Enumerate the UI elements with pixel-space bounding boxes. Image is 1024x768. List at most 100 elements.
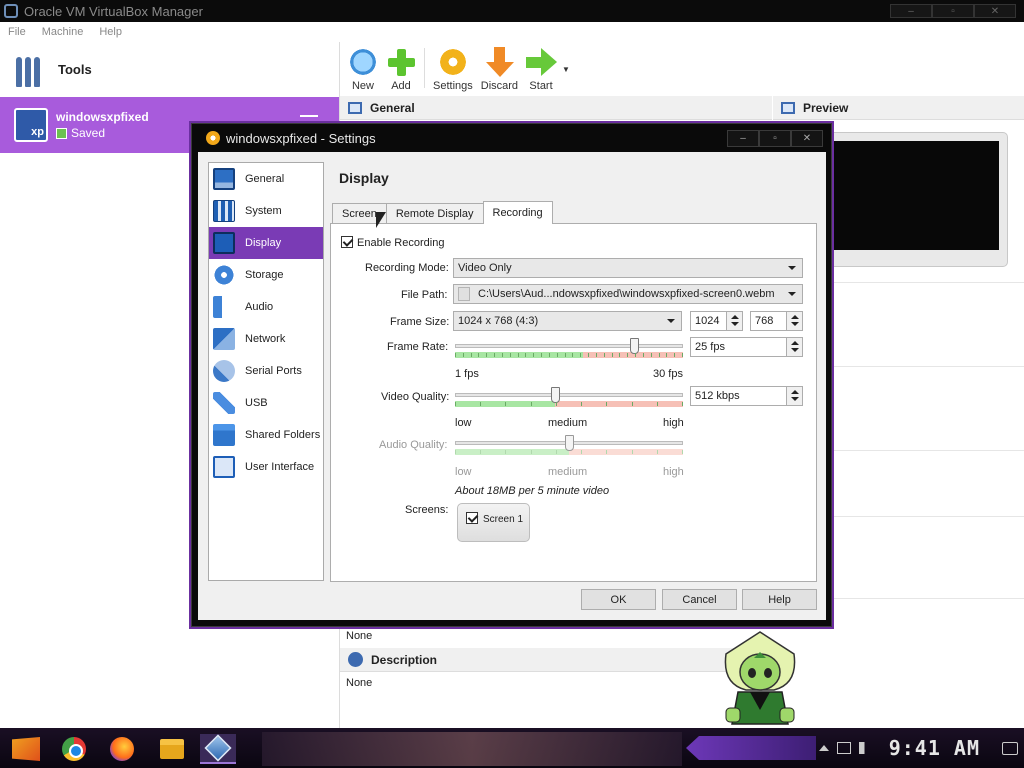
tab-recording[interactable]: Recording (482, 201, 553, 224)
taskbar-virtualbox[interactable] (200, 734, 236, 764)
slider-tick (632, 402, 633, 406)
discard-label: Discard (480, 80, 519, 92)
slider-tick (606, 402, 607, 406)
slider-tick (510, 353, 511, 357)
start-button[interactable] (8, 734, 44, 764)
sidebar-item-system[interactable]: System (209, 195, 323, 227)
sidebar-item-shared-folders[interactable]: Shared Folders (209, 419, 323, 451)
vm-text: windowsxpfixed Saved (56, 110, 149, 140)
sidebar-item-general[interactable]: General (209, 163, 323, 195)
slider-tick (604, 353, 605, 357)
monitor-icon (213, 168, 235, 190)
disk-icon (213, 264, 235, 286)
dialog-maximize-button[interactable]: ▫ (759, 130, 791, 147)
sidebar-item-display[interactable]: Display (209, 227, 323, 259)
slider-tick (572, 353, 573, 357)
frame-size-select[interactable]: 1024 x 768 (4:3) (453, 311, 682, 331)
video-quality-bad-zone (555, 401, 683, 407)
help-button[interactable]: Help (742, 589, 817, 610)
audio-quality-slider (455, 435, 683, 463)
slider-tick (518, 353, 519, 357)
screens-list: Screen 1 (457, 503, 530, 542)
sidebar-item-network[interactable]: Network (209, 323, 323, 355)
slider-tick (525, 353, 526, 357)
sidebar-item-audio[interactable]: Audio (209, 291, 323, 323)
taskbar-firefox[interactable] (104, 734, 140, 764)
screen-1-label[interactable]: Screen 1 (483, 514, 523, 525)
network-icon (213, 328, 235, 350)
video-quality-stepper[interactable] (786, 387, 802, 405)
enable-recording-checkbox[interactable] (341, 236, 353, 248)
slider-tick (596, 353, 597, 357)
slider-tick (541, 353, 542, 357)
frame-rate-slider-thumb[interactable] (630, 338, 639, 354)
taskbar-file-explorer[interactable] (154, 734, 190, 764)
preview-section-header[interactable]: Preview (773, 96, 1024, 120)
vm-item-menu-icon[interactable] (300, 115, 318, 117)
sidebar-item-label: General (245, 173, 285, 185)
add-button[interactable]: Add (382, 42, 420, 96)
tools-item[interactable]: Tools (0, 42, 340, 97)
notifications-icon[interactable] (1002, 741, 1018, 755)
discard-button[interactable]: Discard (477, 42, 522, 96)
minimize-button[interactable]: – (890, 4, 932, 18)
taskbar-clock[interactable]: 9:41 AM (889, 736, 980, 760)
new-button[interactable]: New (344, 42, 382, 96)
start-dropdown-icon[interactable]: ▼ (562, 65, 570, 74)
tab-remote-display[interactable]: Remote Display (385, 203, 484, 224)
frame-rate-stepper[interactable] (786, 338, 802, 356)
start-icon (12, 737, 40, 761)
general-section-header[interactable]: General (340, 96, 772, 120)
menu-help[interactable]: Help (99, 26, 122, 38)
sidebar-item-storage[interactable]: Storage (209, 259, 323, 291)
frame-width-stepper[interactable] (726, 312, 742, 330)
video-quality-spinbox[interactable]: 512 kbps (690, 386, 803, 406)
display-icon (213, 232, 235, 254)
settings-dialog-body: General System Display Storage Audio Net… (198, 152, 826, 620)
audio-quality-good-zone (455, 449, 569, 455)
start-button[interactable]: Start (522, 42, 560, 96)
dialog-minimize-button[interactable]: – (727, 130, 759, 147)
frame-rate-spinbox[interactable]: 25 fps (690, 337, 803, 357)
cancel-button[interactable]: Cancel (662, 589, 737, 610)
slider-tick (531, 402, 532, 406)
video-quality-slider-thumb[interactable] (551, 387, 560, 403)
file-path-select[interactable]: C:\Users\Aud...ndowsxpfixed\windowsxpfix… (453, 284, 803, 304)
slider-tick (651, 353, 652, 357)
screen-1-checkbox[interactable] (466, 512, 478, 524)
video-quality-slider[interactable] (455, 387, 683, 415)
frame-height-stepper[interactable] (786, 312, 802, 330)
ok-button[interactable]: OK (581, 589, 656, 610)
recording-mode-value: Video Only (458, 262, 512, 274)
volume-icon[interactable] (858, 742, 873, 754)
description-value: None (346, 677, 373, 689)
menu-machine[interactable]: Machine (42, 26, 84, 38)
sidebar-item-user-interface[interactable]: User Interface (209, 451, 323, 483)
menu-file[interactable]: File (8, 26, 26, 38)
audio-quality-slider-thumb (565, 435, 574, 451)
taskbar-chrome[interactable] (56, 734, 92, 764)
enable-recording-label[interactable]: Enable Recording (357, 237, 444, 249)
frame-rate-slider[interactable] (455, 338, 683, 366)
new-label: New (351, 80, 374, 92)
description-section-header[interactable]: Description (340, 648, 772, 672)
frame-rate-label: Frame Rate: (387, 341, 449, 353)
taskbar-accent-band (686, 736, 816, 760)
new-icon (348, 47, 378, 77)
sidebar-item-serial-ports[interactable]: Serial Ports (209, 355, 323, 387)
recording-mode-select[interactable]: Video Only (453, 258, 803, 278)
frame-height-spinbox[interactable]: 768 (750, 311, 803, 331)
close-button[interactable]: ✕ (974, 4, 1016, 18)
sidebar-item-usb[interactable]: USB (209, 387, 323, 419)
slider-tick (657, 402, 658, 406)
network-tray-icon[interactable] (836, 742, 851, 754)
settings-dialog-titlebar[interactable]: windowsxpfixed - Settings – ▫ ✕ (192, 124, 831, 152)
slider-tick (627, 353, 628, 357)
maximize-button[interactable]: ▫ (932, 4, 974, 18)
settings-button[interactable]: Settings (429, 42, 477, 96)
dialog-close-button[interactable]: ✕ (791, 130, 823, 147)
show-hidden-icons-icon[interactable] (818, 745, 829, 751)
sidebar-item-label: Storage (245, 269, 284, 281)
slider-tick (657, 450, 658, 454)
frame-width-spinbox[interactable]: 1024 (690, 311, 743, 331)
